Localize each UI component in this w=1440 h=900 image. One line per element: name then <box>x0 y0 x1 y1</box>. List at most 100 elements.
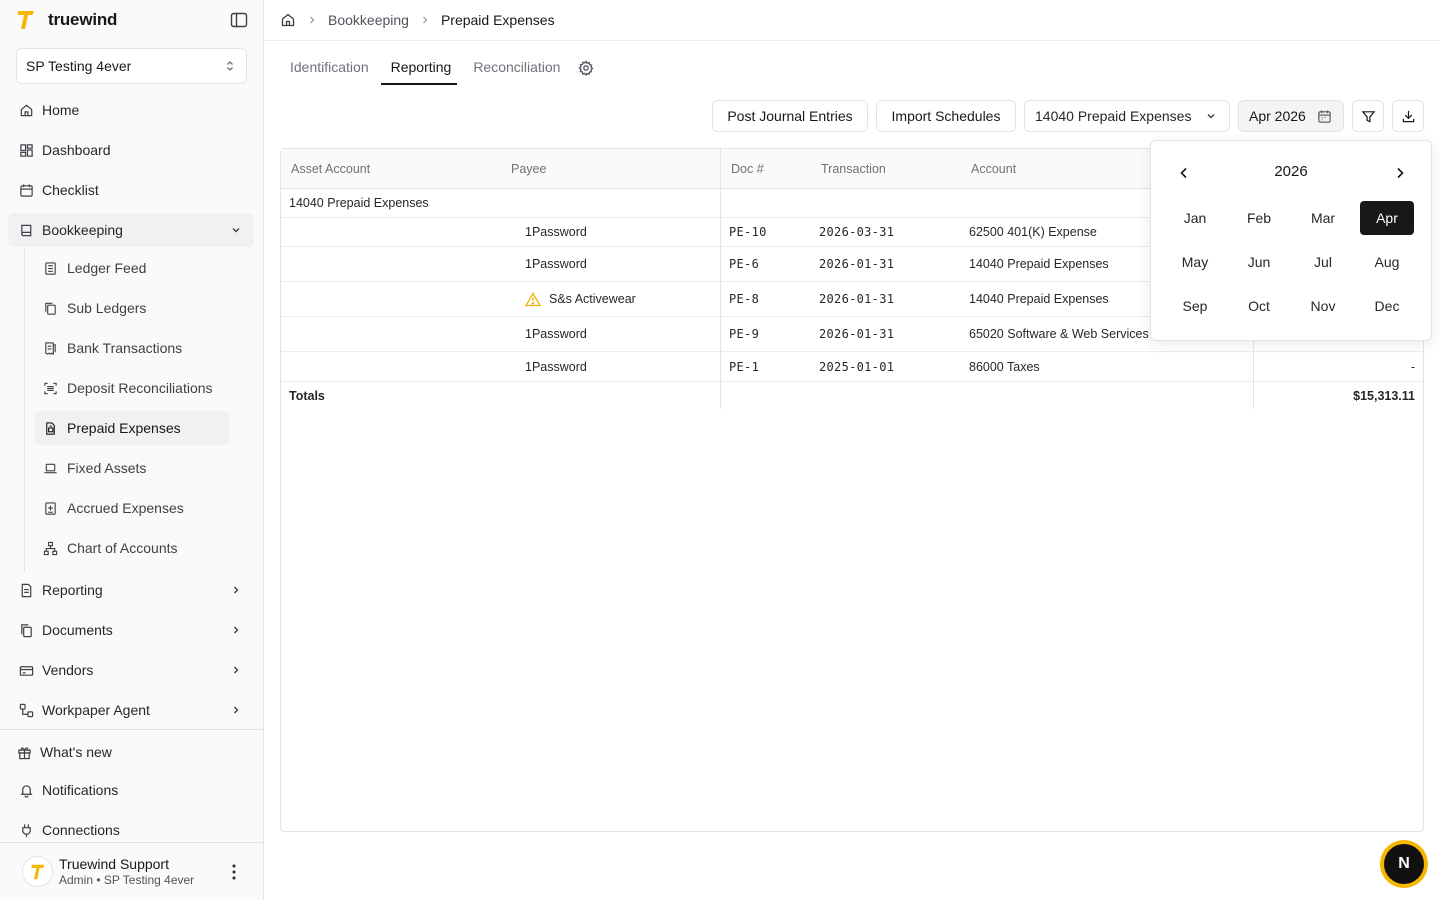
payee-cell: 1Password <box>525 257 587 271</box>
home-icon[interactable] <box>280 12 296 28</box>
month-dec[interactable]: Dec <box>1360 289 1414 323</box>
chevron-right-icon <box>234 706 239 714</box>
sidebar-item-bookkeeping[interactable]: Bookkeeping <box>8 213 254 247</box>
sidebar-item-home[interactable]: Home <box>8 93 254 127</box>
breadcrumb-bookkeeping[interactable]: Bookkeeping <box>328 12 409 28</box>
month-nov[interactable]: Nov <box>1296 289 1350 323</box>
doc-cell[interactable]: PE-6 <box>729 247 759 281</box>
sidebar-item-bank-transactions[interactable]: Bank Transactions <box>34 331 230 365</box>
account-select[interactable]: 14040 Prepaid Expenses <box>1024 100 1230 132</box>
book-icon <box>18 222 34 238</box>
month-oct[interactable]: Oct <box>1232 289 1286 323</box>
month-picker-popover: 2026 Jan Feb Mar Apr May Jun Jul Aug Sep… <box>1150 140 1432 341</box>
column-header-payee[interactable]: Payee <box>511 149 546 189</box>
sidebar-item-ledger-feed[interactable]: Ledger Feed <box>34 251 230 285</box>
sidebar-item-accrued-expenses[interactable]: Accrued Expenses <box>34 491 230 525</box>
user-name: Truewind Support <box>59 855 169 872</box>
gift-icon <box>16 744 32 760</box>
assistant-fab[interactable]: N <box>1380 840 1428 888</box>
chevron-right-icon <box>234 626 239 634</box>
date-cell: 2025-01-01 <box>819 359 895 374</box>
brand[interactable]: truewind <box>16 8 117 32</box>
column-header-doc[interactable]: Doc # <box>731 149 764 189</box>
sidebar-item-label: Sub Ledgers <box>67 300 147 316</box>
sidebar-item-notifications[interactable]: Notifications <box>8 773 254 807</box>
month-mar[interactable]: Mar <box>1296 201 1350 235</box>
sidebar-item-deposit-reconciliations[interactable]: Deposit Reconciliations <box>34 371 230 405</box>
workflow-icon <box>18 702 34 718</box>
column-divider <box>720 149 721 409</box>
totals-label: Totals <box>289 388 325 403</box>
account-cell: 65020 Software & Web Services <box>969 327 1149 341</box>
sidebar-item-label: Workpaper Agent <box>42 702 150 718</box>
sidebar-item-dashboard[interactable]: Dashboard <box>8 133 254 167</box>
sidebar-item-checklist[interactable]: Checklist <box>8 173 254 207</box>
sidebar-item-documents[interactable]: Documents <box>8 613 254 647</box>
sidebar-item-vendors[interactable]: Vendors <box>8 653 254 687</box>
sidebar-toggle-icon[interactable] <box>230 12 248 28</box>
doc-cell[interactable]: PE-10 <box>729 218 767 246</box>
chevron-down-icon <box>232 228 240 233</box>
accrued-icon <box>42 500 58 516</box>
month-picker-trigger[interactable]: Apr 2026 <box>1238 100 1344 132</box>
account-cell: 62500 401(K) Expense <box>969 225 1097 239</box>
doc-cell[interactable]: PE-9 <box>729 317 759 351</box>
truewind-logo-icon <box>18 11 34 29</box>
month-jun[interactable]: Jun <box>1232 245 1286 279</box>
laptop-icon <box>42 460 58 476</box>
app-root: truewind SP Testing 4ever Home Dashboard… <box>0 0 1440 900</box>
sidebar-item-label: What's new <box>40 744 112 760</box>
calendar-icon <box>1318 109 1331 123</box>
payee-cell: 1Password <box>525 327 587 341</box>
assistant-fab-label: N <box>1384 844 1424 884</box>
column-header-asset-account[interactable]: Asset Account <box>291 149 370 189</box>
import-schedules-button[interactable]: Import Schedules <box>876 100 1016 132</box>
dashboard-icon <box>18 142 34 158</box>
group-label: 14040 Prepaid Expenses <box>289 196 429 210</box>
chevron-right-icon <box>234 666 239 674</box>
sidebar-item-prepaid-expenses[interactable]: Prepaid Expenses <box>34 411 230 445</box>
date-cell: 2026-03-31 <box>819 225 895 239</box>
gear-icon[interactable] <box>578 60 594 76</box>
sidebar-item-label: Reporting <box>42 582 103 598</box>
payee-cell-with-warning: S&s Activewear <box>525 282 636 316</box>
more-vertical-icon[interactable] <box>227 863 241 881</box>
sidebar-item-label: Bank Transactions <box>67 340 183 356</box>
org-selector[interactable]: SP Testing 4ever <box>16 48 247 84</box>
chevrons-up-down-icon <box>227 61 233 71</box>
tab-identification[interactable]: Identification <box>280 52 375 85</box>
month-may[interactable]: May <box>1168 245 1222 279</box>
hierarchy-icon <box>42 540 58 556</box>
sidebar-item-workpaper-agent[interactable]: Workpaper Agent <box>8 693 254 727</box>
chevron-right-icon[interactable] <box>1392 165 1408 181</box>
tab-reporting[interactable]: Reporting <box>380 52 458 85</box>
vendors-icon <box>18 662 34 678</box>
sidebar-item-sub-ledgers[interactable]: Sub Ledgers <box>34 291 230 325</box>
month-jul[interactable]: Jul <box>1296 245 1350 279</box>
sidebar-item-whats-new[interactable]: What's new <box>6 735 252 769</box>
ledger-icon <box>42 260 58 276</box>
doc-cell[interactable]: PE-8 <box>729 282 759 316</box>
download-button[interactable] <box>1392 100 1424 132</box>
date-value: Apr 2026 <box>1249 108 1306 124</box>
doc-cell[interactable]: PE-1 <box>729 352 759 381</box>
month-jan[interactable]: Jan <box>1168 201 1222 235</box>
column-header-transaction[interactable]: Transaction <box>821 149 886 189</box>
month-sep[interactable]: Sep <box>1168 289 1222 323</box>
sidebar-item-label: Dashboard <box>42 142 111 158</box>
column-header-account[interactable]: Account <box>971 149 1016 189</box>
sidebar-item-label: Ledger Feed <box>67 260 147 276</box>
month-feb[interactable]: Feb <box>1232 201 1286 235</box>
sidebar-item-fixed-assets[interactable]: Fixed Assets <box>34 451 230 485</box>
month-aug[interactable]: Aug <box>1360 245 1414 279</box>
warning-icon[interactable] <box>525 291 541 307</box>
filter-button[interactable] <box>1352 100 1384 132</box>
post-journal-entries-button[interactable]: Post Journal Entries <box>712 100 868 132</box>
chevron-right-icon <box>234 586 239 594</box>
month-apr[interactable]: Apr <box>1360 201 1414 235</box>
user-profile[interactable]: Truewind Support Admin • SP Testing 4eve… <box>0 842 263 900</box>
user-info: Truewind Support Admin • SP Testing 4eve… <box>59 856 194 888</box>
tab-reconciliation[interactable]: Reconciliation <box>463 52 566 85</box>
sidebar-item-reporting[interactable]: Reporting <box>8 573 254 607</box>
sidebar-item-chart-of-accounts[interactable]: Chart of Accounts <box>34 531 230 565</box>
